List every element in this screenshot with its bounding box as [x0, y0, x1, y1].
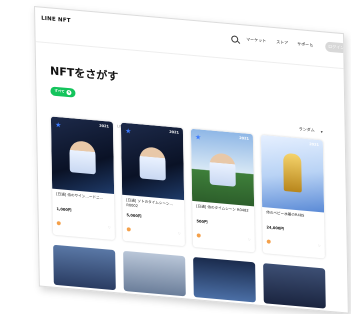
nft-card[interactable]: 2021 侍のベビー水着のR48S 24,000円 ♡ [260, 134, 325, 259]
login-button[interactable]: ログイン [325, 41, 348, 54]
heart-icon[interactable]: ♡ [178, 232, 181, 236]
card-title: [日通] 侍のサイン…ードニ… [56, 191, 104, 201]
star-logo-icon: ★ [194, 133, 202, 142]
card-year: 2021 [239, 136, 249, 141]
player-figure [209, 152, 236, 187]
filter-count-badge: 5 [66, 89, 72, 95]
chevron-down-icon[interactable]: ▾ [311, 44, 313, 48]
card-title: 侍のベビー水着のR48S [266, 210, 305, 218]
card-price: 1,000円 [56, 206, 72, 213]
star-logo-icon: ★ [124, 126, 132, 136]
nav-store[interactable]: ストア [276, 39, 288, 46]
player-figure [69, 140, 96, 175]
card-price: 24,000円 [266, 225, 284, 231]
seller-avatar [266, 239, 271, 244]
line-nft-logo[interactable]: LINE NFT [41, 16, 71, 25]
search-icon[interactable] [231, 35, 239, 43]
card-year: 2021 [169, 129, 180, 135]
app-window: LINE NFT マーケット ストア サポート ▾ ログイン NFTをさがす す… [34, 6, 349, 314]
nft-card[interactable]: ★ 2021 [日通] ソトのタイムシーン…R0002 5,000円 ♡ [120, 122, 185, 247]
chevron-down-icon[interactable]: ▾ [321, 129, 323, 134]
heart-icon[interactable]: ♡ [248, 238, 251, 242]
player-figure [139, 146, 166, 181]
nft-card[interactable]: ★ 2021 [日通] 侍のサイン…ードニ… 1,000円 ♡ [50, 116, 115, 241]
seller-avatar [196, 233, 201, 238]
trophy-figure [283, 152, 302, 193]
nft-card[interactable]: ★ 2021 [日通] 侍のタイムシーン R0482 500円 ♡ [190, 128, 255, 253]
nav-market[interactable]: マーケット [246, 37, 266, 45]
seller-avatar [126, 227, 131, 232]
nft-card-thumbnail[interactable] [263, 263, 326, 309]
seller-avatar [56, 221, 61, 226]
heart-icon[interactable]: ♡ [318, 244, 321, 248]
sort-dropdown[interactable]: ランダム [299, 126, 315, 133]
card-year: 2021 [99, 123, 110, 129]
card-price: 500円 [196, 219, 208, 225]
nft-card-thumbnail[interactable] [193, 256, 256, 303]
star-logo-icon: ★ [54, 120, 62, 130]
card-year: 2021 [309, 142, 319, 147]
card-title: [日通] ソトのタイムシーン…R0002 [126, 198, 174, 209]
card-title: [日通] 侍のタイムシーン R0482 [196, 204, 249, 213]
page-title: NFTをさがす [49, 64, 119, 84]
nft-card-thumbnail[interactable] [123, 250, 186, 297]
filter-all[interactable]: すべて 5 [50, 86, 76, 98]
heart-icon[interactable]: ♡ [108, 226, 111, 230]
nft-card-thumbnail[interactable] [53, 244, 116, 291]
top-nav-bar: LINE NFT マーケット ストア サポート ▾ ログイン [35, 7, 348, 70]
filter-all-label: すべて [54, 88, 65, 94]
card-price: 5,000円 [126, 213, 142, 219]
